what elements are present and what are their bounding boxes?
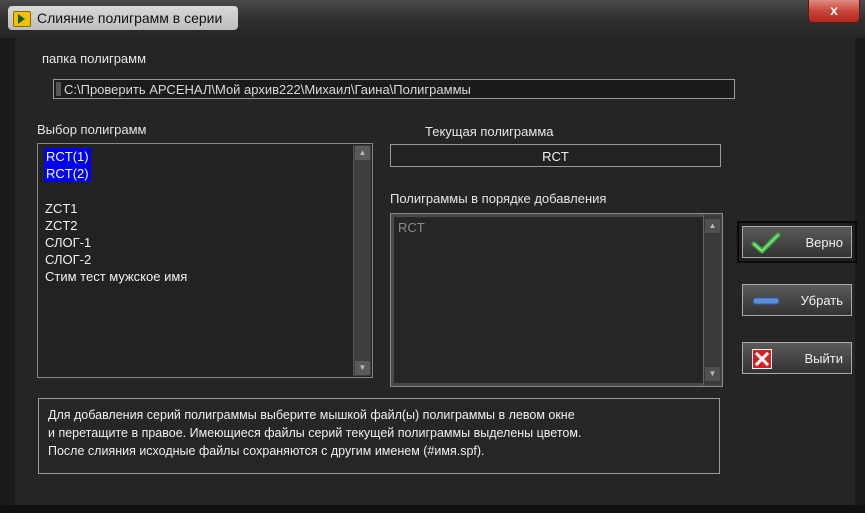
exit-button[interactable]: Выйти <box>742 342 852 374</box>
list-item[interactable]: ZCT2 <box>45 217 78 234</box>
close-button[interactable]: x <box>808 0 860 23</box>
scroll-down-arrow-icon[interactable]: ▼ <box>355 361 370 375</box>
scroll-up-arrow-icon[interactable]: ▲ <box>705 219 720 233</box>
list-item[interactable]: RCT(1) <box>44 148 91 165</box>
current-polygram-label: Текущая полиграмма <box>425 124 554 139</box>
dialog-body: папка полиграмм C:\Проверить АРСЕНАЛ\Мой… <box>15 38 857 508</box>
minus-icon <box>753 297 779 305</box>
scroll-up-arrow-icon[interactable]: ▲ <box>355 146 370 160</box>
added-polygrams-list[interactable]: RCT ▲ ▼ <box>390 213 723 387</box>
window-bottom-border <box>0 505 865 513</box>
list-item[interactable]: СЛОГ-2 <box>45 251 91 268</box>
scroll-down-arrow-icon[interactable]: ▼ <box>705 367 720 381</box>
current-polygram-field: RCT <box>390 144 721 167</box>
list-item[interactable]: RCT <box>398 219 425 236</box>
ok-button-label: Верно <box>805 235 843 250</box>
folder-path-field[interactable]: C:\Проверить АРСЕНАЛ\Мой архив222\Михаил… <box>53 79 735 99</box>
list-item[interactable]: Стим тест мужское имя <box>45 268 187 285</box>
exit-button-label: Выйти <box>804 351 844 366</box>
list-item[interactable]: СЛОГ-1 <box>45 234 91 251</box>
added-polygrams-list-body: RCT <box>394 217 719 383</box>
left-list-scrollbar[interactable]: ▲ ▼ <box>353 145 371 376</box>
remove-button[interactable]: Убрать <box>742 284 852 316</box>
remove-button-label: Убрать <box>800 293 843 308</box>
ok-button[interactable]: Верно <box>742 226 852 258</box>
list-item[interactable]: ZCT1 <box>45 200 78 217</box>
help-text-box: Для добавления серий полиграммы выберите… <box>38 398 720 474</box>
right-list-label: Полиграммы в порядке добавления <box>390 191 607 206</box>
check-icon <box>751 232 781 254</box>
help-text-line: и перетащите в правое. Имеющиеся файлы с… <box>48 426 582 440</box>
list-item[interactable]: RCT(2) <box>44 165 91 182</box>
help-text-line: Для добавления серий полиграммы выберите… <box>48 408 575 422</box>
left-list-label: Выбор полиграмм <box>37 122 147 137</box>
polygram-select-list[interactable]: RCT(1) RCT(2) ZCT1 ZCT2 СЛОГ-1 СЛОГ-2 Ст… <box>37 143 373 378</box>
folder-label: папка полиграмм <box>42 51 147 66</box>
window-title: Слияние полиграмм в серии <box>37 10 223 26</box>
right-list-scrollbar[interactable]: ▲ ▼ <box>703 215 721 385</box>
help-text-line: После слияния исходные файлы сохраняются… <box>48 444 485 458</box>
x-icon <box>752 349 772 369</box>
labview-vi-icon <box>13 11 31 27</box>
title-bar: Слияние полиграмм в серии x <box>0 0 865 38</box>
